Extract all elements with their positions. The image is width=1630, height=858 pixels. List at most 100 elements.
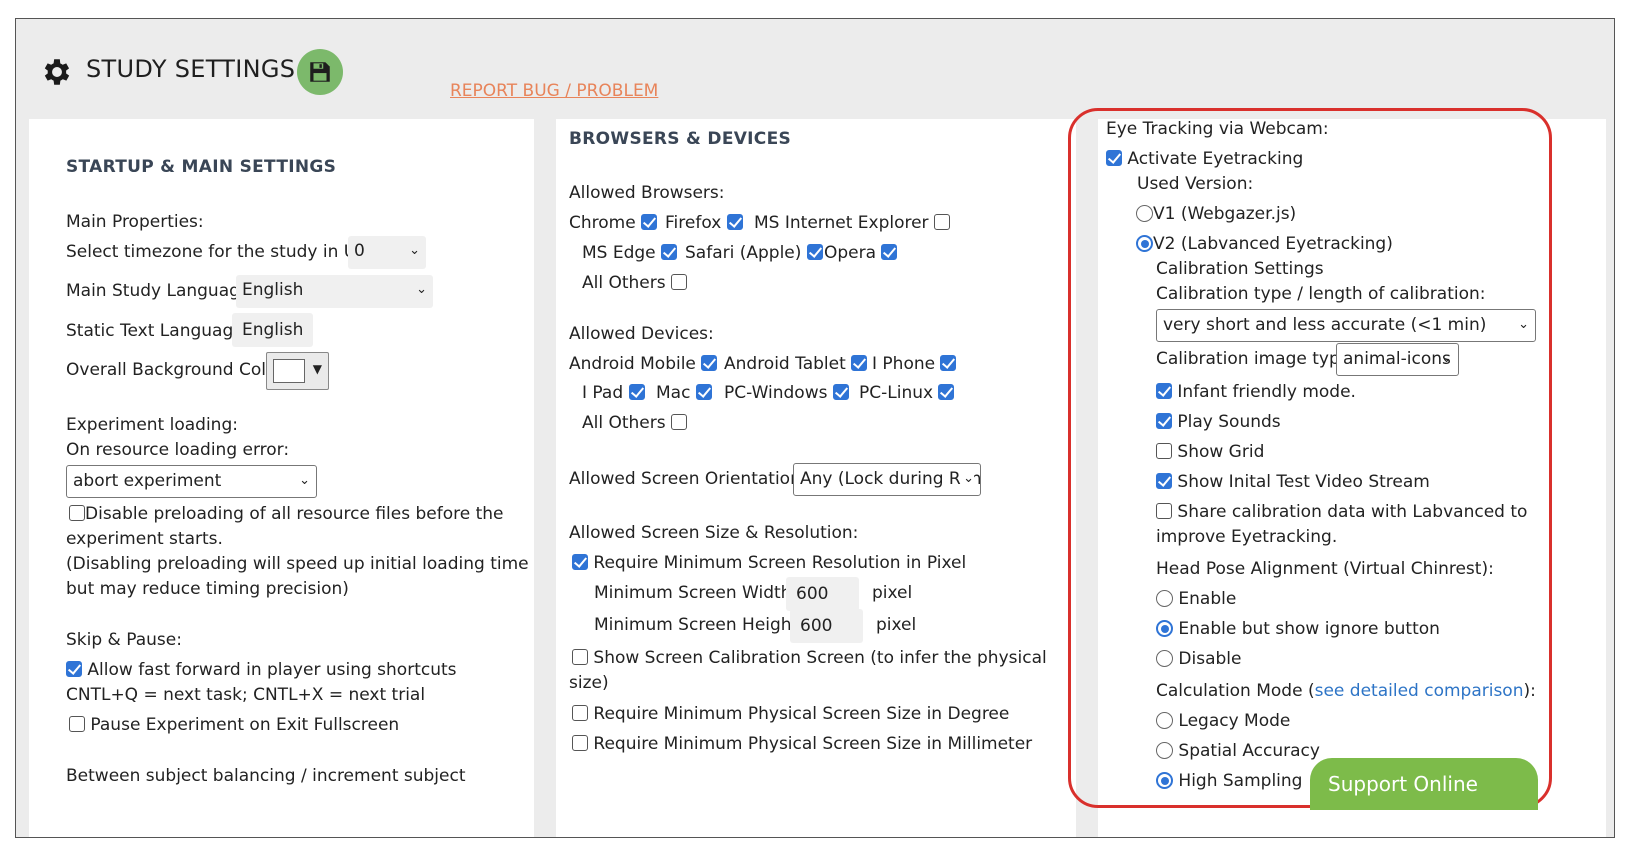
calc-legacy-radio[interactable] bbox=[1156, 712, 1173, 729]
pause-exit-option[interactable]: Pause Experiment on Exit Fullscreen bbox=[69, 715, 399, 735]
timezone-select[interactable]: 0 ⌄ bbox=[348, 236, 426, 269]
head-pose-ignore-radio[interactable] bbox=[1156, 620, 1173, 637]
play-sounds-option[interactable]: Play Sounds bbox=[1156, 412, 1281, 432]
require-mm-label: Require Minimum Physical Screen Size in … bbox=[593, 734, 1033, 754]
bg-color-picker[interactable]: ▼ bbox=[266, 352, 329, 390]
share-checkbox[interactable] bbox=[1156, 503, 1172, 519]
browser-ie-option[interactable]: MS Internet Explorer bbox=[754, 213, 950, 233]
head-pose-enable-radio[interactable] bbox=[1156, 590, 1173, 607]
device-others-option[interactable]: All Others bbox=[582, 413, 688, 433]
require-min-res-option[interactable]: Require Minimum Screen Resolution in Pix… bbox=[572, 553, 966, 573]
fast-forward-option[interactable]: Allow fast forward in player using short… bbox=[66, 660, 457, 680]
require-degree-checkbox[interactable] bbox=[572, 705, 588, 721]
device-ipad-checkbox[interactable] bbox=[628, 384, 645, 400]
device-android-mobile-checkbox[interactable] bbox=[701, 355, 718, 371]
browser-others-checkbox[interactable] bbox=[671, 274, 688, 290]
head-pose-ignore-option[interactable]: Enable but show ignore button bbox=[1156, 619, 1440, 639]
activate-eyetracking-option[interactable]: Activate Eyetracking bbox=[1106, 149, 1303, 169]
device-android-tablet-option[interactable]: Android Tablet bbox=[724, 354, 868, 374]
test-video-checkbox[interactable] bbox=[1156, 473, 1172, 489]
device-pc-linux-checkbox[interactable] bbox=[938, 384, 955, 400]
min-height-input[interactable]: 600 bbox=[790, 609, 863, 643]
device-ipad-option[interactable]: I Pad bbox=[582, 383, 645, 403]
test-video-option[interactable]: Show Inital Test Video Stream bbox=[1156, 472, 1430, 492]
require-mm-option[interactable]: Require Minimum Physical Screen Size in … bbox=[572, 734, 1032, 754]
detailed-comparison-link[interactable]: see detailed comparison bbox=[1315, 681, 1524, 701]
report-bug-link[interactable]: REPORT BUG / PROBLEM bbox=[450, 81, 658, 101]
orientation-value: Any (Lock during Run) bbox=[800, 469, 981, 489]
disable-preload-checkbox[interactable] bbox=[69, 505, 85, 521]
fast-forward-checkbox[interactable] bbox=[66, 661, 82, 677]
browser-edge-option[interactable]: MS Edge bbox=[582, 243, 678, 263]
language-select[interactable]: English ⌄ bbox=[236, 275, 433, 308]
browser-ie-checkbox[interactable] bbox=[933, 214, 950, 230]
activate-eyetracking-label: Activate Eyetracking bbox=[1127, 149, 1304, 169]
eyetracking-title: Eye Tracking via Webcam: bbox=[1106, 119, 1329, 139]
calc-spatial-radio[interactable] bbox=[1156, 742, 1173, 759]
v2-option[interactable]: V2 (Labvanced Eyetracking) bbox=[1136, 234, 1393, 254]
save-disk-icon bbox=[310, 62, 330, 82]
gear-icon bbox=[44, 59, 70, 85]
resource-error-value: abort experiment bbox=[73, 471, 222, 491]
infant-label: Infant friendly mode. bbox=[1177, 382, 1356, 402]
calibration-type-select[interactable]: very short and less accurate (<1 min) ⌄ bbox=[1156, 309, 1536, 342]
chevron-down-icon: ⌄ bbox=[299, 473, 310, 488]
skip-pause-label: Skip & Pause: bbox=[66, 630, 182, 650]
device-iphone-option[interactable]: I Phone bbox=[872, 354, 957, 374]
browser-firefox-option[interactable]: Firefox bbox=[665, 213, 743, 233]
save-button[interactable] bbox=[297, 49, 343, 95]
browser-opera-option[interactable]: Opera bbox=[824, 243, 898, 263]
browser-firefox-checkbox[interactable] bbox=[726, 214, 743, 230]
calc-high-sampling-radio[interactable] bbox=[1156, 772, 1173, 789]
infant-option[interactable]: Infant friendly mode. bbox=[1156, 382, 1356, 402]
disable-preload-option[interactable]: Disable preloading of all resource files… bbox=[69, 504, 504, 524]
device-android-tablet-label: Android Tablet bbox=[724, 354, 846, 374]
share-option[interactable]: Share calibration data with Labvanced to bbox=[1156, 502, 1527, 522]
show-calibration-option[interactable]: Show Screen Calibration Screen (to infer… bbox=[572, 648, 1047, 668]
device-pc-linux-label: PC-Linux bbox=[859, 383, 934, 403]
fast-forward-label: Allow fast forward in player using short… bbox=[87, 660, 457, 680]
device-android-tablet-checkbox[interactable] bbox=[851, 355, 868, 371]
device-iphone-checkbox[interactable] bbox=[940, 355, 957, 371]
pause-exit-checkbox[interactable] bbox=[69, 716, 85, 732]
resource-error-select[interactable]: abort experiment ⌄ bbox=[66, 465, 317, 498]
head-pose-disable-option[interactable]: Disable bbox=[1156, 649, 1241, 669]
v1-option[interactable]: V1 (Webgazer.js) bbox=[1136, 204, 1296, 224]
disable-preload-label-2: experiment starts. bbox=[66, 529, 223, 549]
browser-chrome-option[interactable]: Chrome bbox=[569, 213, 658, 233]
require-mm-checkbox[interactable] bbox=[572, 735, 588, 751]
browser-chrome-checkbox[interactable] bbox=[641, 214, 658, 230]
show-grid-option[interactable]: Show Grid bbox=[1156, 442, 1264, 462]
browser-safari-checkbox[interactable] bbox=[806, 244, 823, 260]
v2-radio[interactable] bbox=[1136, 235, 1153, 252]
require-min-res-checkbox[interactable] bbox=[572, 554, 588, 570]
show-grid-checkbox[interactable] bbox=[1156, 443, 1172, 459]
browser-edge-checkbox[interactable] bbox=[661, 244, 678, 260]
infant-checkbox[interactable] bbox=[1156, 383, 1172, 399]
calibration-image-select[interactable]: animal-icons ⌄ bbox=[1336, 343, 1459, 376]
device-android-mobile-option[interactable]: Android Mobile bbox=[569, 354, 718, 374]
orientation-select[interactable]: Any (Lock during Run) ⌄ bbox=[793, 463, 981, 496]
play-sounds-checkbox[interactable] bbox=[1156, 413, 1172, 429]
device-others-checkbox[interactable] bbox=[671, 414, 688, 430]
head-pose-disable-radio[interactable] bbox=[1156, 650, 1173, 667]
device-mac-checkbox[interactable] bbox=[695, 384, 712, 400]
support-online-button[interactable]: Support Online bbox=[1310, 758, 1538, 810]
v1-radio[interactable] bbox=[1136, 205, 1153, 222]
activate-eyetracking-checkbox[interactable] bbox=[1106, 150, 1122, 166]
browser-others-option[interactable]: All Others bbox=[582, 273, 688, 293]
device-pc-linux-option[interactable]: PC-Linux bbox=[859, 383, 955, 403]
calc-high-sampling-option[interactable]: High Sampling bbox=[1156, 771, 1302, 791]
calc-legacy-option[interactable]: Legacy Mode bbox=[1156, 711, 1290, 731]
device-mac-option[interactable]: Mac bbox=[656, 383, 712, 403]
browser-safari-option[interactable]: Safari (Apple) bbox=[685, 243, 823, 263]
show-calibration-checkbox[interactable] bbox=[572, 649, 588, 665]
min-width-input[interactable]: 600 bbox=[786, 577, 859, 611]
calc-spatial-option[interactable]: Spatial Accuracy bbox=[1156, 741, 1320, 761]
head-pose-enable-option[interactable]: Enable bbox=[1156, 589, 1236, 609]
device-pc-windows-option[interactable]: PC-Windows bbox=[724, 383, 849, 403]
device-pc-windows-checkbox[interactable] bbox=[832, 384, 849, 400]
require-degree-option[interactable]: Require Minimum Physical Screen Size in … bbox=[572, 704, 1009, 724]
browser-opera-checkbox[interactable] bbox=[881, 244, 898, 260]
calibration-type-value: very short and less accurate (<1 min) bbox=[1163, 315, 1487, 335]
